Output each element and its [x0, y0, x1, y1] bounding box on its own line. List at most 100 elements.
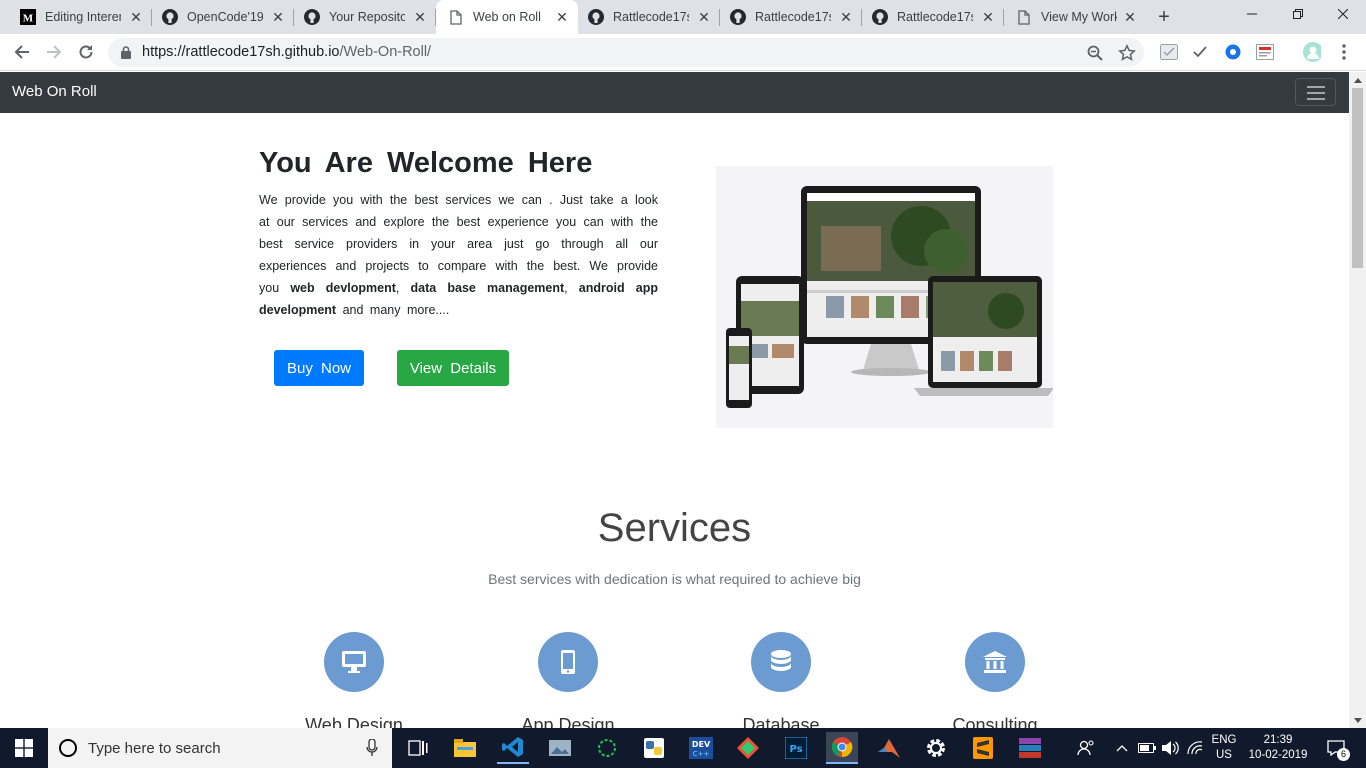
- extension-globe-icon[interactable]: [1224, 43, 1242, 61]
- close-icon[interactable]: ✕: [980, 9, 996, 25]
- volume-icon[interactable]: [1158, 732, 1184, 764]
- zoom-icon[interactable]: [1086, 44, 1104, 62]
- reload-icon: [79, 45, 93, 59]
- medium-icon: M: [20, 9, 36, 25]
- site-brand[interactable]: Web On Roll: [12, 83, 97, 100]
- close-window-button[interactable]: [1320, 0, 1366, 30]
- github-icon: [872, 9, 888, 25]
- tab-rattlecode-1[interactable]: Rattlecode17sh ✕: [578, 0, 720, 34]
- arrow-left-icon: [14, 45, 29, 59]
- git-kraken-icon[interactable]: [732, 732, 764, 764]
- chrome-icon[interactable]: [826, 732, 858, 764]
- close-icon[interactable]: ✕: [412, 9, 428, 25]
- python-icon[interactable]: [638, 732, 670, 764]
- svg-text:DEV: DEV: [692, 740, 711, 749]
- scroll-thumb[interactable]: [1352, 88, 1363, 268]
- file-explorer-icon[interactable]: [449, 732, 481, 764]
- forward-button[interactable]: [42, 40, 66, 64]
- github-icon: [730, 9, 746, 25]
- mobile-icon: [538, 632, 598, 692]
- hamburger-icon: [1307, 86, 1325, 88]
- start-button[interactable]: [0, 728, 48, 768]
- microphone-icon: [366, 739, 378, 756]
- minimize-button[interactable]: [1229, 0, 1275, 30]
- bookmark-star-icon[interactable]: [1118, 44, 1136, 62]
- photoshop-icon[interactable]: Ps: [780, 732, 812, 764]
- windows-icon: [15, 739, 33, 757]
- settings-gear-icon[interactable]: [920, 732, 952, 764]
- svg-text:C++: C++: [693, 750, 710, 758]
- extension-news-icon[interactable]: [1256, 43, 1274, 61]
- back-button[interactable]: [10, 40, 34, 64]
- task-view-icon[interactable]: [402, 732, 434, 764]
- tab-opencode[interactable]: OpenCode'19 ✕: [152, 0, 294, 34]
- menu-kebab-icon[interactable]: [1335, 43, 1353, 61]
- cortana-icon: [59, 739, 77, 757]
- input-language[interactable]: ENG US: [1210, 733, 1238, 763]
- taskbar-search[interactable]: Type here to search: [48, 728, 392, 768]
- system-clock[interactable]: 21:39 10-02-2019: [1244, 733, 1312, 763]
- close-icon[interactable]: ✕: [838, 9, 854, 25]
- new-tab-button[interactable]: +: [1153, 6, 1175, 28]
- devices-mockup-image: [716, 166, 1054, 428]
- browser-toolbar: https://rattlecode17sh.github.io/Web-On-…: [0, 34, 1366, 71]
- reload-button[interactable]: [74, 40, 98, 64]
- github-icon: [588, 9, 604, 25]
- github-icon: [162, 9, 178, 25]
- close-icon[interactable]: ✕: [128, 9, 144, 25]
- services-title: Services: [597, 506, 752, 550]
- photos-app-icon[interactable]: [544, 732, 576, 764]
- vscode-icon[interactable]: [497, 732, 529, 764]
- extension-checklist-icon[interactable]: [1160, 43, 1178, 61]
- service-app-design: App Design: [488, 632, 648, 728]
- tab-rattlecode-2[interactable]: Rattlecode17sh ✕: [720, 0, 862, 34]
- view-details-button[interactable]: View Details: [397, 350, 509, 386]
- tray-chevron-up-icon[interactable]: [1110, 732, 1134, 764]
- action-center-icon[interactable]: 6: [1322, 732, 1350, 764]
- service-consulting: Consulting: [915, 632, 1075, 728]
- restore-button[interactable]: [1275, 0, 1321, 30]
- matlab-icon[interactable]: [873, 732, 905, 764]
- services-subtitle: Best services with dedication is what re…: [488, 571, 861, 587]
- tab-web-on-roll[interactable]: Web on Roll ✕: [436, 0, 578, 34]
- tab-editing[interactable]: M Editing Interen ✕: [0, 0, 152, 34]
- bank-icon: [965, 632, 1025, 692]
- winrar-icon[interactable]: [1014, 732, 1046, 764]
- lock-icon[interactable]: [121, 46, 131, 64]
- address-bar[interactable]: https://rattlecode17sh.github.io/Web-On-…: [108, 38, 1144, 67]
- profile-avatar-icon[interactable]: [1303, 42, 1321, 62]
- desktop-icon: [324, 632, 384, 692]
- arrow-right-icon: [47, 45, 62, 59]
- svg-text:Ps: Ps: [789, 744, 802, 755]
- hero-description: We provide you with the best services we…: [259, 193, 658, 317]
- site-navbar: Web On Roll: [0, 72, 1349, 113]
- close-icon[interactable]: ✕: [270, 9, 286, 25]
- page-scrollbar[interactable]: [1349, 72, 1366, 728]
- scroll-down-icon[interactable]: [1349, 712, 1366, 728]
- hero-title: You Are Welcome Here: [259, 147, 593, 179]
- navbar-toggler[interactable]: [1295, 78, 1336, 106]
- people-icon[interactable]: [1072, 732, 1100, 764]
- windows-taskbar: Type here to search DEV C++ Ps ENG US 21…: [0, 728, 1366, 768]
- tab-rattlecode-3[interactable]: Rattlecode17sh ✕: [862, 0, 1004, 34]
- loading-app-icon[interactable]: [591, 732, 623, 764]
- extension-check-icon[interactable]: [1191, 43, 1209, 61]
- close-icon[interactable]: ✕: [696, 9, 712, 25]
- tab-view-my-work[interactable]: View My Work ✕: [1004, 0, 1146, 34]
- tab-repositories[interactable]: Your Repositori ✕: [294, 0, 436, 34]
- wifi-icon[interactable]: [1182, 732, 1208, 764]
- buy-now-button[interactable]: Buy Now: [274, 350, 364, 386]
- url-text[interactable]: https://rattlecode17sh.github.io/Web-On-…: [142, 44, 431, 60]
- battery-icon[interactable]: [1134, 732, 1160, 764]
- notification-count: 6: [1337, 748, 1350, 761]
- scroll-up-icon[interactable]: [1349, 72, 1366, 88]
- close-icon[interactable]: ✕: [554, 9, 570, 25]
- svg-text:M: M: [23, 13, 34, 25]
- close-icon[interactable]: ✕: [1122, 9, 1138, 25]
- service-database: Database: [701, 632, 861, 728]
- dev-cpp-icon[interactable]: DEV C++: [685, 732, 717, 764]
- sublime-text-icon[interactable]: [967, 732, 999, 764]
- tab-strip: M Editing Interen ✕ OpenCode'19 ✕ Your R…: [0, 0, 1366, 34]
- service-web-design: Web Design: [274, 632, 434, 728]
- github-icon: [304, 9, 320, 25]
